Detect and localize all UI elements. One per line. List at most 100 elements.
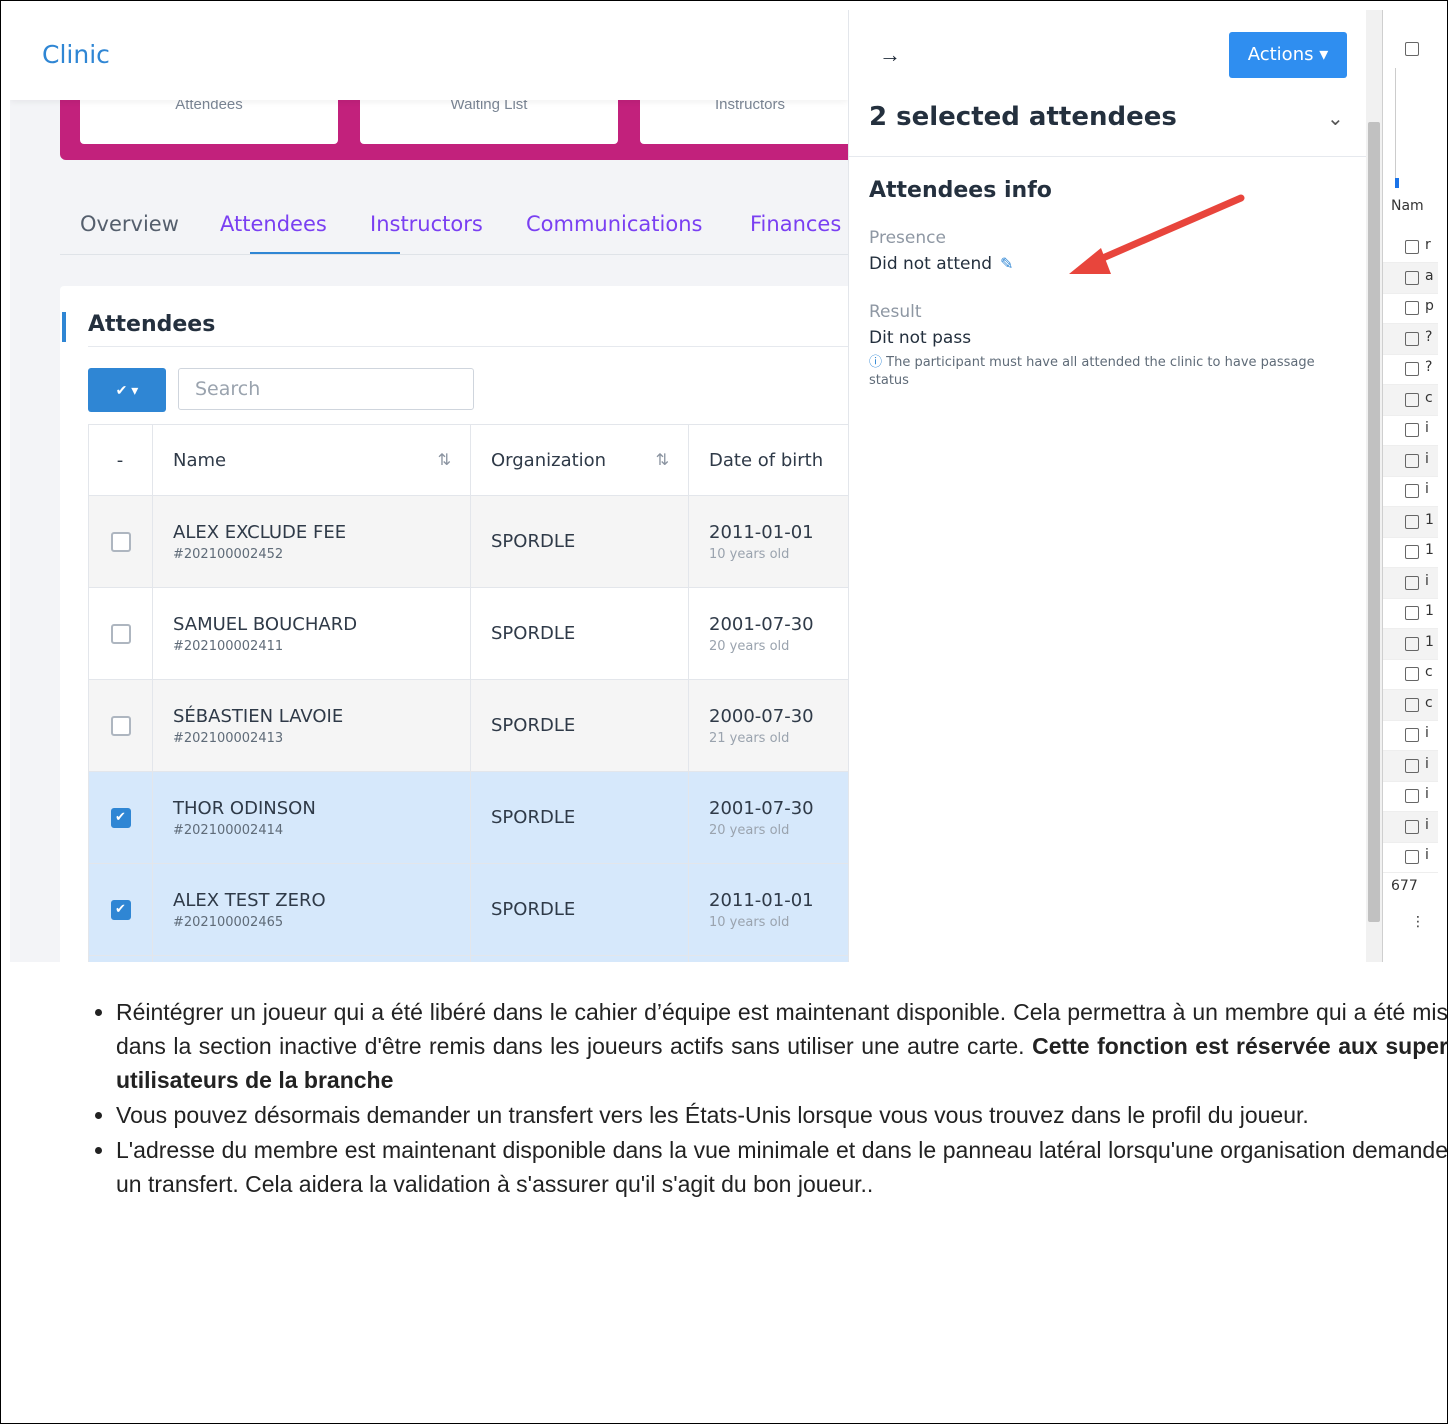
devtools-row-name: 1 [1425, 603, 1434, 619]
devtools-request-row[interactable]: r [1383, 232, 1438, 263]
devtools-request-row[interactable]: i [1383, 415, 1438, 446]
bulk-select-button[interactable]: ✔ ▾ [88, 368, 166, 412]
devtools-row-name: c [1425, 389, 1433, 406]
devtools-request-row[interactable]: 1 [1383, 598, 1438, 629]
attendee-name: ALEX EXCLUDE FEE [173, 521, 347, 543]
tab-communications[interactable]: Communications [526, 212, 702, 236]
devtools-name-header[interactable]: Nam [1391, 198, 1424, 214]
column-header-date-of-birth[interactable]: Date of birth [688, 424, 848, 496]
devtools-row-checkbox[interactable] [1405, 728, 1419, 742]
release-note-item: Vous pouvez désormais demander un transf… [116, 1098, 1448, 1132]
devtools-row-checkbox[interactable] [1405, 270, 1419, 285]
row-select-cell[interactable]: ✔ [88, 863, 153, 956]
top-bar: Clinic [10, 10, 848, 100]
brand-title[interactable]: Clinic [42, 40, 110, 69]
table-row-selected[interactable]: ✔ THOR ODINSON #202100002414 SPORDLE 2001… [88, 771, 848, 864]
devtools-row-checkbox[interactable] [1405, 392, 1419, 407]
row-checkbox-checked[interactable]: ✔ [110, 900, 131, 920]
devtools-request-row[interactable]: i [1383, 842, 1438, 873]
devtools-row-checkbox[interactable] [1405, 301, 1419, 315]
tab-finances[interactable]: Finances [750, 212, 841, 236]
devtools-more-icon[interactable]: ⋮ [1411, 914, 1425, 930]
table-row-selected[interactable]: ✔ ALEX TEST ZERO #202100002465 SPORDLE 20… [88, 863, 848, 956]
age-value: 10 years old [709, 914, 790, 930]
sort-icon[interactable]: ⇅ [438, 450, 451, 469]
table-row[interactable]: SAMUEL BOUCHARD #202100002411 SPORDLE 200… [88, 587, 848, 680]
row-checkbox-checked[interactable]: ✔ [110, 808, 131, 828]
devtools-request-row[interactable]: c [1383, 384, 1438, 416]
table-row-partial[interactable] [88, 955, 848, 962]
devtools-row-name: i [1425, 572, 1429, 589]
devtools-checkbox[interactable] [1405, 42, 1419, 56]
tab-instructors[interactable]: Instructors [370, 212, 483, 236]
devtools-request-row[interactable]: c [1383, 689, 1438, 721]
devtools-request-row[interactable]: c [1383, 659, 1438, 690]
edit-pencil-icon[interactable]: ✎ [1000, 254, 1013, 273]
devtools-request-row[interactable]: i [1383, 567, 1438, 599]
devtools-request-row[interactable]: i [1383, 720, 1438, 751]
row-select-cell[interactable] [88, 587, 153, 680]
devtools-row-checkbox[interactable] [1405, 758, 1419, 773]
devtools-request-row[interactable]: i [1383, 750, 1438, 782]
devtools-request-row[interactable]: i [1383, 781, 1438, 812]
devtools-strip: Nam r a p?? c i i i 1 1 i 1 1 c c i i i i i 677 ⋮ [1382, 10, 1438, 962]
devtools-row-checkbox[interactable] [1405, 697, 1419, 712]
row-select-cell[interactable] [88, 495, 153, 588]
devtools-row-checkbox[interactable] [1405, 423, 1419, 437]
row-checkbox[interactable] [110, 532, 131, 552]
devtools-row-checkbox[interactable] [1405, 667, 1419, 681]
collapse-panel-arrow-icon[interactable]: → [879, 42, 901, 68]
table-row[interactable]: ALEX EXCLUDE FEE #202100002452 SPORDLE 20… [88, 495, 848, 588]
result-label: Result [869, 302, 922, 322]
devtools-request-row[interactable]: ? [1383, 323, 1438, 355]
devtools-request-row[interactable]: a [1383, 262, 1438, 294]
row-checkbox[interactable] [110, 716, 131, 736]
row-checkbox[interactable] [110, 624, 131, 644]
dob-cell: 2000-07-30 21 years old [688, 679, 848, 772]
devtools-row-checkbox[interactable] [1405, 819, 1419, 834]
column-header-name[interactable]: Name ⇅ [152, 424, 471, 496]
panel-scrollbar-thumb[interactable] [1368, 122, 1380, 922]
panel-title: 2 selected attendees [869, 102, 1177, 132]
devtools-request-row[interactable]: 1 [1383, 506, 1438, 538]
column-header-organization[interactable]: Organization ⇅ [470, 424, 689, 496]
age-value: 20 years old [709, 638, 790, 654]
devtools-request-row[interactable]: i [1383, 811, 1438, 843]
devtools-row-checkbox[interactable] [1405, 545, 1419, 559]
devtools-row-checkbox[interactable] [1405, 636, 1419, 651]
dob-cell [688, 955, 848, 962]
devtools-request-row[interactable]: ? [1383, 354, 1438, 385]
devtools-row-name: 1 [1425, 511, 1434, 528]
devtools-request-row[interactable]: i [1383, 476, 1438, 507]
devtools-row-name: i [1425, 481, 1429, 497]
devtools-row-checkbox[interactable] [1405, 606, 1419, 620]
actions-dropdown-button[interactable]: Actions ▾ [1229, 32, 1347, 78]
tab-overview[interactable]: Overview [80, 212, 179, 236]
sort-icon[interactable]: ⇅ [656, 450, 669, 469]
devtools-row-checkbox[interactable] [1405, 453, 1419, 468]
devtools-row-checkbox[interactable] [1405, 331, 1419, 346]
devtools-row-checkbox[interactable] [1405, 575, 1419, 590]
devtools-row-name: i [1425, 450, 1429, 467]
attendee-id: #202100002465 [173, 914, 284, 930]
devtools-row-name: ? [1425, 328, 1433, 345]
dob-value: 2011-01-01 [709, 889, 814, 911]
devtools-row-checkbox[interactable] [1405, 362, 1419, 376]
devtools-request-row[interactable]: 1 [1383, 628, 1438, 660]
devtools-row-checkbox[interactable] [1405, 850, 1419, 864]
devtools-row-checkbox[interactable] [1405, 789, 1419, 803]
devtools-row-checkbox[interactable] [1405, 240, 1419, 254]
info-note: ⓘ The participant must have all attended… [869, 354, 1329, 390]
devtools-request-row[interactable]: 1 [1383, 537, 1438, 568]
search-input[interactable]: Search [178, 368, 474, 410]
table-row[interactable]: SÉBASTIEN LAVOIE #202100002413 SPORDLE 20… [88, 679, 848, 772]
tab-attendees[interactable]: Attendees [220, 212, 327, 236]
devtools-request-row[interactable]: i [1383, 445, 1438, 477]
devtools-row-checkbox[interactable] [1405, 484, 1419, 498]
devtools-row-checkbox[interactable] [1405, 514, 1419, 529]
row-select-cell[interactable] [88, 679, 153, 772]
devtools-request-row[interactable]: p [1383, 293, 1438, 324]
chevron-down-icon[interactable]: ⌄ [1327, 106, 1344, 131]
row-select-cell[interactable]: ✔ [88, 771, 153, 864]
row-select-cell[interactable] [88, 955, 153, 962]
